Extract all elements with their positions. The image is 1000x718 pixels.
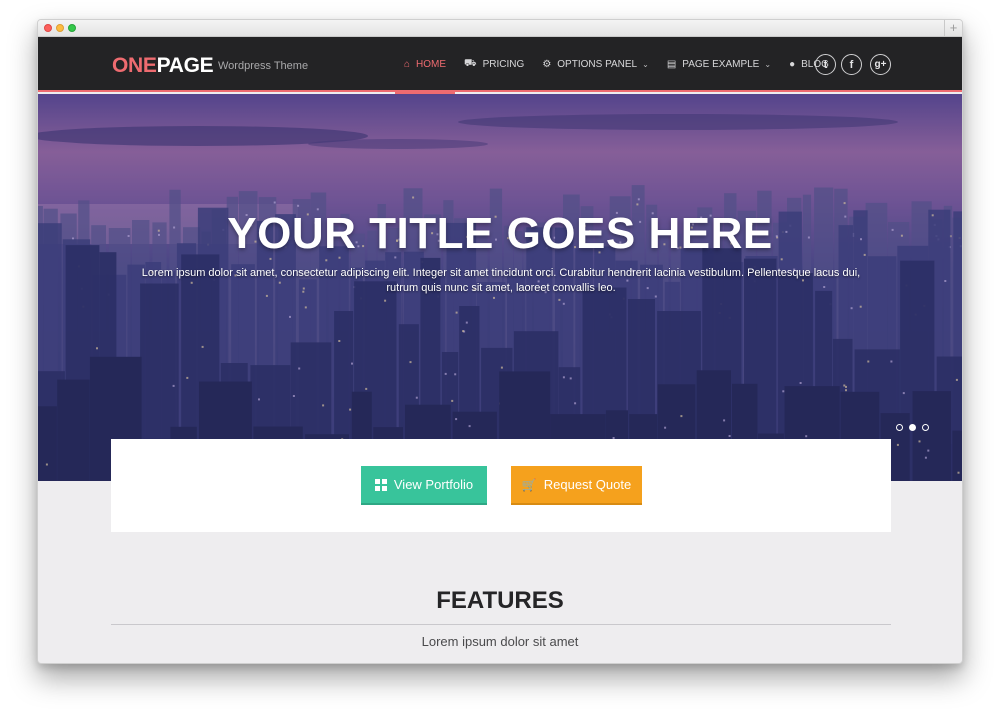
cart-icon: 🛒: [521, 477, 537, 492]
main-nav: ⌂ HOME ⛟ PRICING ⚙ OPTIONS PANEL ⌄ ▤ PAG…: [395, 37, 838, 94]
request-quote-button[interactable]: 🛒 Request Quote: [511, 466, 642, 505]
slider-pagination: [896, 424, 929, 431]
grid-icon: [374, 478, 387, 491]
nav-item-options-panel[interactable]: ⚙ OPTIONS PANEL ⌄: [533, 37, 658, 92]
view-portfolio-label: View Portfolio: [393, 477, 474, 492]
site-navbar: ONEPAGE Wordpress Theme ⌂ HOME ⛟ PRICING…: [38, 37, 962, 94]
cart-icon: ⛟: [464, 58, 477, 69]
facebook-icon[interactable]: f: [841, 54, 862, 75]
hero-description: Lorem ipsum dolor sit amet, consectetur …: [141, 267, 861, 294]
twitter-icon[interactable]: t: [815, 54, 836, 75]
request-quote-label: Request Quote: [543, 477, 632, 492]
google-plus-icon[interactable]: g+: [870, 54, 891, 75]
home-icon: ⌂: [404, 59, 411, 70]
window-titlebar: +: [38, 20, 962, 37]
slider-dot-1[interactable]: [896, 424, 903, 431]
gears-icon: ⚙: [542, 59, 552, 70]
chat-icon: ●: [789, 59, 796, 70]
close-window-button[interactable]: [44, 24, 52, 32]
cta-panel: View Portfolio 🛒 Request Quote: [111, 439, 891, 532]
nav-label-page-example: PAGE EXAMPLE: [682, 59, 760, 70]
chevron-down-icon: ⌄: [764, 60, 772, 69]
hero-title: YOUR TITLE GOES HERE: [227, 209, 773, 258]
chevron-down-icon: ⌄: [642, 60, 649, 69]
slider-dot-3[interactable]: [922, 424, 929, 431]
nav-item-page-example[interactable]: ▤ PAGE EXAMPLE ⌄: [658, 37, 780, 92]
nav-item-home[interactable]: ⌂ HOME: [395, 37, 456, 94]
logo-part-one: ONE: [112, 54, 157, 77]
new-tab-button[interactable]: +: [944, 20, 962, 36]
slider-dot-2[interactable]: [909, 424, 916, 431]
features-divider: [111, 624, 891, 625]
nav-item-pricing[interactable]: ⛟ PRICING: [455, 37, 533, 92]
features-heading: FEATURES: [436, 587, 564, 614]
view-portfolio-button[interactable]: View Portfolio: [361, 466, 487, 505]
maximize-window-button[interactable]: [68, 24, 76, 32]
nav-label-pricing: PRICING: [482, 59, 525, 70]
logo-part-two: PAGE: [156, 54, 214, 77]
logo-tagline: Wordpress Theme: [218, 60, 309, 72]
minimize-window-button[interactable]: [56, 24, 64, 32]
file-icon: ▤: [666, 59, 677, 70]
hero-slider: YOUR TITLE GOES HERE Lorem ipsum dolor s…: [38, 94, 962, 481]
nav-label-home: HOME: [416, 59, 447, 70]
nav-label-options-panel: OPTIONS PANEL: [557, 59, 638, 70]
site-logo[interactable]: ONEPAGE: [112, 54, 214, 78]
browser-window: + ONEPAGE Wordpress Theme ⌂ HOME ⛟ PRICI…: [37, 19, 963, 664]
features-subtitle: Lorem ipsum dolor sit amet: [421, 634, 579, 649]
